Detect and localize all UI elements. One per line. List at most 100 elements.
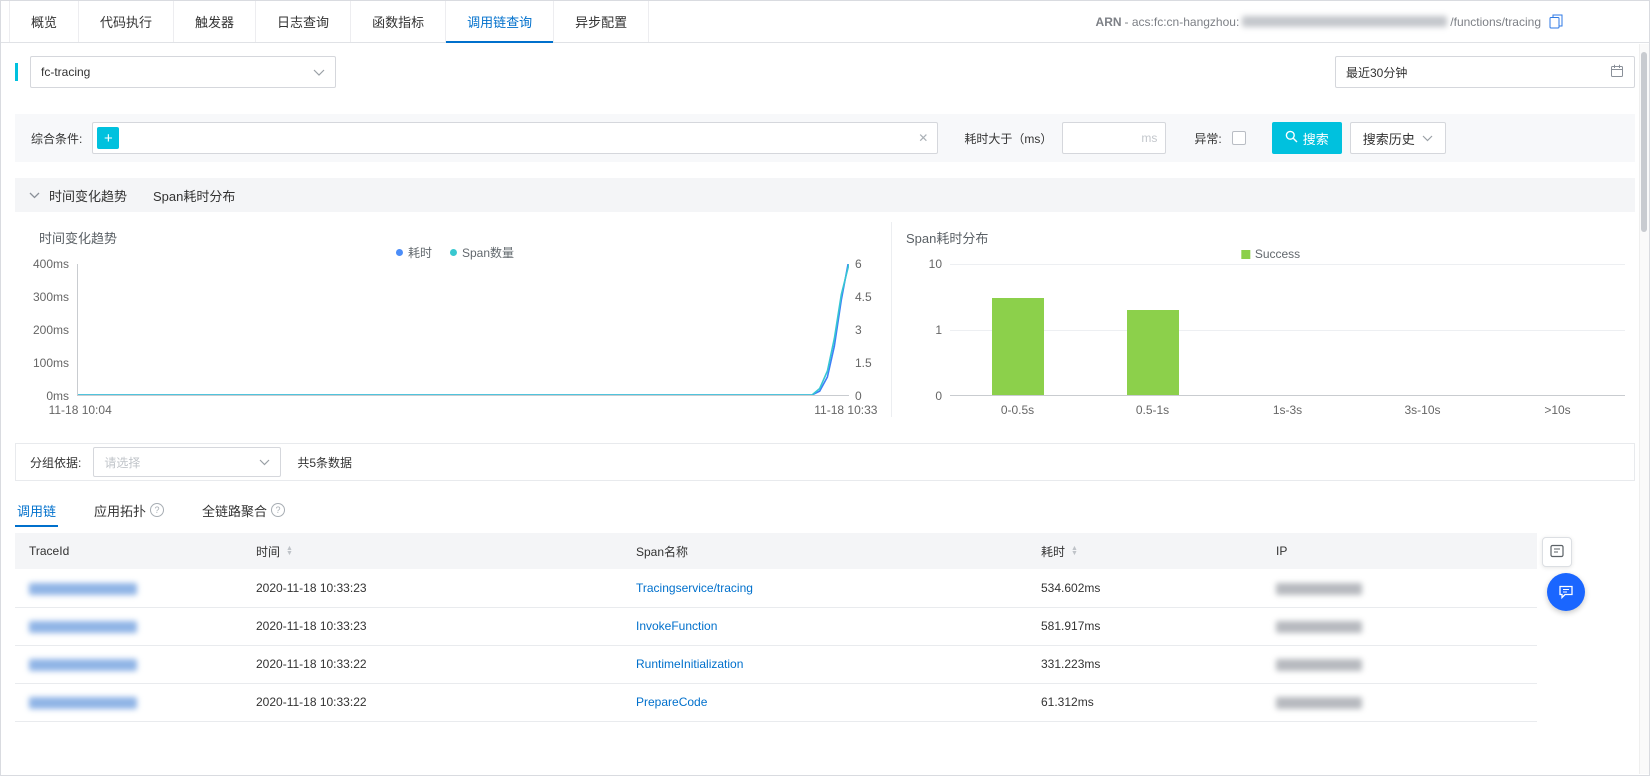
search-icon	[1285, 130, 1298, 146]
column-label: 时间	[256, 544, 281, 559]
sort-icon[interactable]: ▲ ▼	[1071, 545, 1078, 557]
time-cell: 2020-11-18 10:33:23	[242, 607, 622, 646]
legend-success[interactable]: Success	[1240, 247, 1300, 261]
tab-function-metrics[interactable]: 函数指标	[351, 1, 447, 42]
y-tick: 200ms	[32, 323, 69, 337]
scrollbar-thumb[interactable]	[1641, 52, 1647, 232]
tab-trigger[interactable]: 触发器	[174, 1, 257, 42]
arn-label: ARN	[1095, 14, 1122, 29]
exception-label: 异常:	[1194, 131, 1222, 146]
column-header-inner: 耗时 ▲ ▼	[1041, 543, 1248, 560]
service-select[interactable]: fc-tracing	[30, 56, 336, 88]
search-button[interactable]: 搜索	[1271, 122, 1342, 154]
span-name-link[interactable]: Tracingservice/tracing	[636, 581, 753, 595]
duration-cell: 534.602ms	[1027, 569, 1262, 608]
tab-trace-list[interactable]: 调用链	[15, 493, 59, 527]
duration-input[interactable]	[1062, 122, 1167, 154]
bar-slot-2	[1220, 264, 1355, 395]
trace-table-head: TraceId 时间 ▲ ▼ Span名称 耗时 ▲ ▼ IP	[15, 533, 1537, 569]
trace-id-redacted-link[interactable]	[29, 696, 137, 709]
tab-async-config[interactable]: 异步配置	[554, 1, 650, 42]
trend-x-ticks: 11-18 10:04 11-18 10:33	[49, 396, 878, 417]
legend-span-count[interactable]: Span数量	[449, 244, 515, 261]
group-by-select[interactable]: 请选择	[93, 447, 282, 477]
copy-icon[interactable]	[1549, 14, 1563, 29]
legend-dot	[395, 249, 403, 256]
search-button-label: 搜索	[1302, 131, 1329, 147]
total-count-text: 共5条数据	[297, 455, 353, 470]
help-icon[interactable]: ?	[150, 503, 165, 517]
trace-id-redacted-link[interactable]	[29, 658, 137, 671]
filter-bar: 综合条件: + ✕ 耗时大于（ms） 异常: 搜索 搜索历史	[15, 114, 1635, 162]
charts-area: 时间变化趋势 耗时 Span数量 400ms 300ms 200ms 100ms 0ms …	[15, 212, 1635, 435]
y-tick: 1	[935, 323, 942, 337]
top-tab-list: 概览 代码执行 触发器 日志查询 函数指标 调用链查询 异步配置	[9, 1, 650, 43]
clear-icon[interactable]: ✕	[918, 131, 928, 145]
tab-tracing-query[interactable]: 调用链查询	[446, 1, 555, 43]
group-by-placeholder: 请选择	[104, 455, 141, 470]
table-header-row: TraceId 时间 ▲ ▼ Span名称 耗时 ▲ ▼ IP	[15, 533, 1537, 569]
section-title-dist: Span耗时分布	[153, 188, 236, 204]
span-name-link[interactable]: RuntimeInitialization	[636, 657, 743, 671]
trend-chart-panel: 时间变化趋势 耗时 Span数量 400ms 300ms 200ms 100ms 0ms …	[15, 222, 891, 417]
support-chat-icon	[1557, 582, 1575, 603]
ip-cell	[1262, 607, 1537, 646]
ip-cell	[1262, 645, 1537, 684]
column-header-inner: Span名称	[636, 543, 1013, 560]
duration-cell: 581.917ms	[1027, 607, 1262, 646]
category-label: 3s-10s	[1404, 403, 1441, 417]
service-select-value: fc-tracing	[41, 65, 91, 79]
bar-1[interactable]	[1126, 309, 1179, 395]
tab-log-query[interactable]: 日志查询	[256, 1, 352, 42]
duration-cell: 61.312ms	[1027, 683, 1262, 722]
time-cell: 2020-11-18 10:33:22	[242, 645, 622, 684]
y-tick: 10	[928, 257, 942, 271]
dist-chart-panel: Span耗时分布 Success 10 1 0 0-0.5s 0.5-1s 1s-3s 3…	[891, 222, 1635, 417]
column-header-ip: IP	[1262, 533, 1537, 569]
tab-full-trace-aggregation[interactable]: 全链路聚合?	[200, 493, 287, 527]
trend-plot-grid: 400ms 300ms 200ms 100ms 0ms 6 4.5 3 1.5 0 11-18 …	[25, 257, 885, 417]
trend-legend: 耗时 Span数量	[395, 244, 515, 261]
search-history-button[interactable]: 搜索历史	[1349, 122, 1446, 154]
span-name-link[interactable]: PrepareCode	[636, 695, 707, 709]
dist-plot-grid: 10 1 0 0-0.5s 0.5-1s 1s-3s 3s-10s >10s	[906, 257, 1635, 417]
bar-0[interactable]	[991, 298, 1044, 395]
exception-checkbox[interactable]	[1231, 131, 1246, 145]
category-label: 0.5-1s	[1135, 403, 1170, 417]
dist-y-axis: 10 1 0	[906, 257, 950, 403]
span-name-cell: InvokeFunction	[622, 607, 1027, 646]
add-condition-button[interactable]: +	[97, 127, 120, 149]
sort-icon[interactable]: ▲ ▼	[286, 545, 293, 557]
tab-overview[interactable]: 概览	[9, 1, 80, 42]
trace-id-redacted-link[interactable]	[29, 582, 137, 595]
trend-plot	[77, 264, 849, 396]
legend-label: Span数量	[461, 246, 515, 260]
tab-code-execution[interactable]: 代码执行	[79, 1, 175, 42]
tab-label: 调用链	[17, 503, 57, 519]
collapse-caret-icon[interactable]	[29, 192, 40, 199]
ip-redacted	[1276, 620, 1362, 633]
dist-chart-title: Span耗时分布	[906, 231, 989, 246]
y-tick: 0	[855, 389, 862, 403]
time-range-picker[interactable]: 最近30分钟	[1335, 56, 1635, 88]
trace-id-redacted-link[interactable]	[29, 620, 137, 633]
legend-duration[interactable]: 耗时	[395, 244, 432, 261]
column-label: 耗时	[1041, 544, 1066, 559]
scrollbar-track[interactable]	[1639, 44, 1649, 774]
trace-id-cell	[15, 645, 242, 684]
condition-input[interactable]	[92, 122, 939, 154]
tab-app-topology[interactable]: 应用拓扑?	[92, 493, 166, 527]
condition-label: 综合条件:	[31, 131, 83, 146]
span-name-link[interactable]: InvokeFunction	[636, 619, 717, 633]
support-widget[interactable]	[1547, 573, 1585, 611]
dist-chart-head: Span耗时分布 Success	[906, 222, 1635, 264]
category-label: 0-0.5s	[1000, 403, 1035, 417]
feedback-widget[interactable]	[1542, 537, 1572, 567]
legend-label: 耗时	[407, 246, 432, 260]
y-tick: 4.5	[855, 290, 872, 304]
help-icon[interactable]: ?	[271, 503, 286, 517]
trend-y-left: 400ms 300ms 200ms 100ms 0ms	[25, 257, 77, 403]
y-tick: 0ms	[46, 389, 69, 403]
dist-plot	[950, 264, 1625, 396]
trace-id-cell	[15, 607, 242, 646]
